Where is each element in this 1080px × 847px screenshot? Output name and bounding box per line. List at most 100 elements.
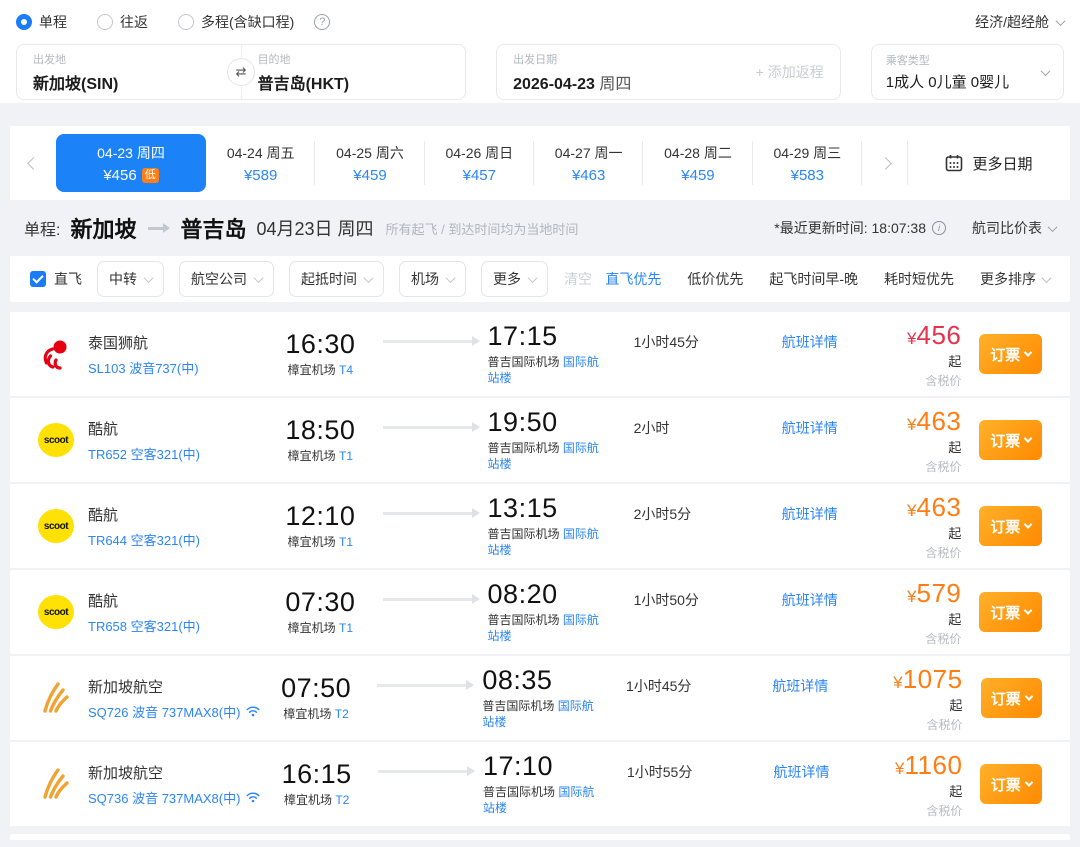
destination-label: 目的地 (257, 53, 291, 66)
flight-path-arrow-icon (382, 508, 480, 518)
filter-pill[interactable]: 中转 (97, 261, 164, 297)
currency-symbol: ¥ (907, 328, 917, 348)
date-tab[interactable]: 04-29 周三 ¥583 (753, 126, 863, 200)
flight-details-link[interactable]: 航班详情 (772, 676, 884, 696)
flight-row: 泰国狮航 SL103 波音737(中) 16:30 樟宜机场 T4 17:15 … (10, 312, 1070, 396)
book-button[interactable]: 订票 (979, 420, 1042, 460)
departure-time: 12:10 (285, 501, 356, 531)
origin-value: 新加坡(SIN) (33, 75, 119, 93)
flight-number: TR644 空客321(中) (88, 532, 200, 548)
tax-included-note: 含税价 (926, 803, 963, 818)
airline-price-compare-button[interactable]: 航司比价表 (972, 218, 1058, 238)
sort-option[interactable]: 更多排序 (980, 269, 1052, 289)
arrival-airport: 普吉国际机场 国际航站楼 (482, 785, 595, 815)
airline-name: 新加坡航空 (88, 764, 164, 782)
airline-logo-icon: scoot (38, 595, 74, 629)
date-tab-date: 04-28 周二 (664, 144, 732, 161)
currency-symbol: ¥ (907, 414, 917, 434)
sort-option[interactable]: 起飞时间早-晚 (769, 269, 858, 289)
help-icon[interactable]: ? (314, 14, 331, 30)
date-tab[interactable]: 04-24 周五 ¥589 (206, 126, 316, 200)
departure-time: 16:15 (281, 759, 352, 789)
departure-time: 16:30 (285, 329, 356, 359)
airline-logo-icon: scoot (38, 423, 74, 457)
departure-airport: 樟宜机场 T1 (287, 449, 354, 463)
flight-details-link[interactable]: 航班详情 (774, 762, 886, 782)
sort-option-label: 低价优先 (687, 271, 744, 287)
filter-pill[interactable]: 航空公司 (179, 261, 274, 297)
price-value: 579 (916, 577, 962, 608)
departure-date-card[interactable]: 出发日期 2026-04-23 周四 + 添加返程 (496, 44, 841, 100)
swap-icon[interactable]: ⇄ (227, 58, 256, 86)
filter-pill-label: 起抵时间 (301, 271, 357, 287)
chevron-down-icon (1041, 272, 1052, 283)
destination-field[interactable]: 目的地 普吉岛(HKT) (242, 43, 466, 102)
more-dates-button[interactable]: 更多日期 (908, 126, 1070, 200)
info-icon[interactable]: i (932, 221, 946, 235)
arrival-time: 08:35 (482, 665, 553, 696)
chevron-down-icon (143, 272, 154, 283)
date-tab-price: ¥459 (353, 166, 387, 184)
book-button[interactable]: 订票 (980, 764, 1043, 804)
filter-pill[interactable]: 机场 (399, 261, 466, 297)
sort-option[interactable]: 耗时短优先 (884, 269, 954, 289)
date-tab[interactable]: 04-28 周二 ¥459 (643, 126, 753, 200)
chevron-down-icon (445, 272, 456, 283)
date-tab-price: ¥463 (571, 166, 606, 184)
flight-duration: 2小时5分 (633, 506, 692, 522)
flight-duration: 1小时50分 (633, 592, 699, 608)
passenger-selector-card[interactable]: 乘客类型 1成人 0儿童 0婴儿 (870, 44, 1064, 100)
tax-included-note: 含税价 (925, 631, 962, 646)
book-button[interactable]: 订票 (980, 678, 1043, 718)
carousel-next-button[interactable] (862, 126, 908, 200)
date-tab[interactable]: 04-25 周六 ¥459 (315, 126, 425, 200)
flight-row: scoot 酷航 TR652 空客321(中) 18:50 樟宜机场 T1 19… (10, 398, 1070, 482)
date-tab-date: 04-25 周六 (336, 144, 404, 161)
trip-type-multicity[interactable]: 多程(含缺口程) (178, 12, 294, 32)
chevron-down-icon (253, 272, 264, 283)
sort-option[interactable]: 直飞优先 (605, 269, 661, 289)
date-tab-price: ¥457 (462, 166, 496, 184)
search-header: 单程 往返 多程(含缺口程) ? 经济/超经舱 出发地 新加坡(SIN) ⇄ 目… (0, 0, 1080, 103)
book-button[interactable]: 订票 (979, 506, 1042, 546)
origin-field[interactable]: 出发地 新加坡(SIN) (17, 43, 241, 102)
destination-value: 普吉岛(HKT) (257, 75, 350, 93)
price-block: ¥1075 起 含税价 (884, 664, 962, 733)
last-updated-text: *最近更新时间: 18:07:38 (774, 220, 926, 236)
carousel-prev-button[interactable] (10, 126, 56, 200)
date-tab-date: 04-29 周三 (773, 144, 842, 161)
trip-type-oneway[interactable]: 单程 (16, 12, 67, 32)
flight-number: SQ736 波音 737MAX8(中) (88, 788, 265, 807)
filter-pill[interactable]: 更多 (481, 261, 548, 297)
sort-option[interactable]: 低价优先 (687, 269, 743, 289)
flight-details-link[interactable]: 航班详情 (782, 418, 896, 438)
price-block: ¥463 起 含税价 (896, 406, 961, 475)
cabin-class-selector[interactable]: 经济/超经舱 (975, 12, 1066, 32)
filter-pill[interactable]: 起抵时间 (289, 261, 384, 297)
book-button[interactable]: 订票 (979, 592, 1042, 632)
date-value: 2026-04-23 (513, 75, 595, 93)
arrival-airport: 普吉国际机场 国际航站楼 (487, 527, 599, 557)
price-suffix: 起 (948, 525, 962, 541)
date-tab[interactable]: 04-23 周四 ¥456 低 (56, 134, 206, 192)
arrival-airport: 普吉国际机场 国际航站楼 (482, 699, 594, 729)
filter-pill-label: 中转 (109, 271, 137, 287)
flight-duration: 1小时55分 (626, 764, 693, 780)
flight-details-link[interactable]: 航班详情 (782, 504, 896, 524)
direct-flight-checkbox[interactable] (30, 271, 46, 287)
arrival-airport: 普吉国际机场 国际航站楼 (487, 355, 599, 385)
date-tab[interactable]: 04-26 周日 ¥457 (425, 126, 535, 200)
date-weekday: 周四 (599, 75, 632, 93)
trip-type-label: 往返 (120, 14, 148, 30)
flight-details-link[interactable]: 航班详情 (782, 332, 896, 352)
book-button[interactable]: 订票 (979, 334, 1042, 374)
date-tab[interactable]: 04-27 周一 ¥463 (534, 126, 644, 200)
airline-name: 酷航 (88, 506, 119, 524)
clear-filters-button[interactable]: 清空 (564, 269, 592, 289)
flight-row: scoot 酷航 TR658 空客321(中) 07:30 樟宜机场 T1 08… (10, 570, 1070, 654)
trip-type-roundtrip[interactable]: 往返 (97, 12, 148, 32)
flight-details-link[interactable]: 航班详情 (782, 590, 896, 610)
departure-time: 07:30 (285, 587, 356, 617)
add-return-button[interactable]: + 添加返程 (756, 62, 824, 82)
passenger-label: 乘客类型 (885, 55, 930, 67)
